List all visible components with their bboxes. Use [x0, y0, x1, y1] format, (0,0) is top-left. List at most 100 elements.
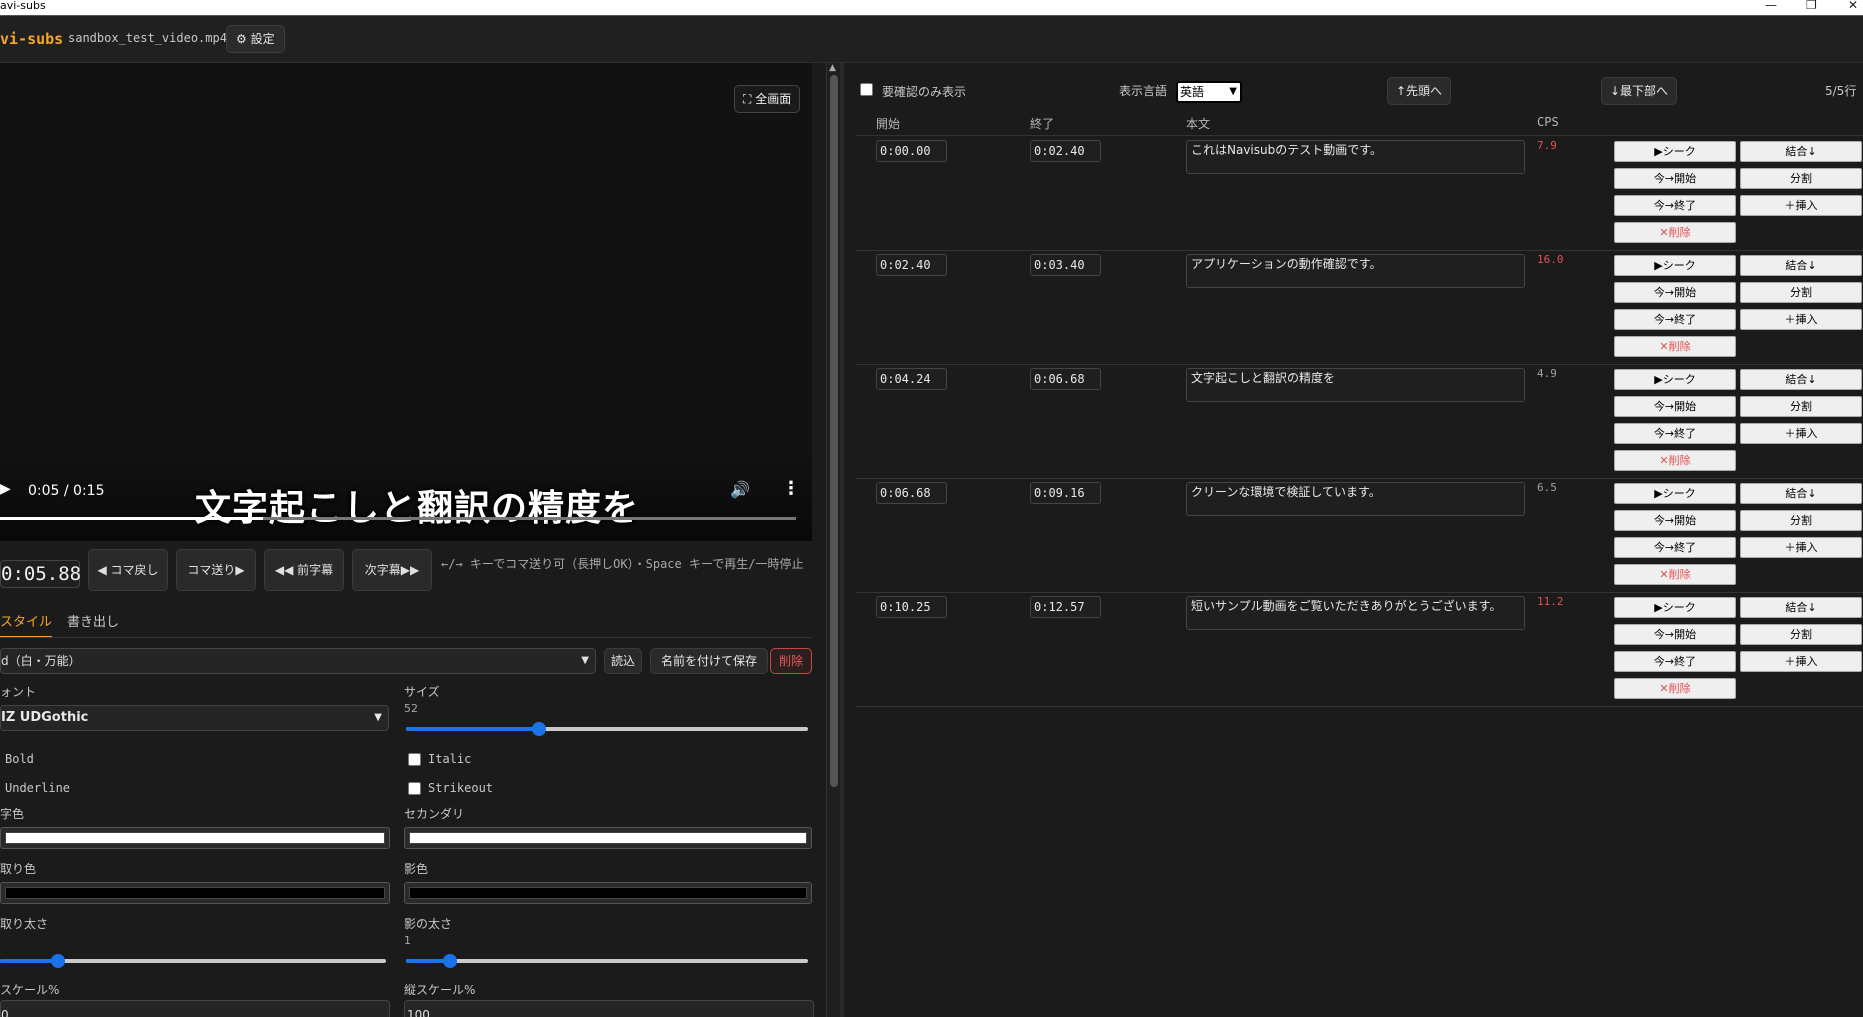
subtitle-text-input[interactable]: これはNavisubのテスト動画です。 — [1186, 140, 1525, 174]
subtitle-row: 0:02.40 0:03.40 アプリケーションの動作確認です。 16.0 ▶シーク 結合… — [856, 250, 1863, 365]
play-icon[interactable]: ▶ — [0, 481, 11, 497]
delete-row-button[interactable]: ✕削除 — [1614, 450, 1736, 471]
end-time-input[interactable]: 0:09.16 — [1030, 482, 1101, 504]
primary-color-picker[interactable] — [0, 827, 390, 849]
set-end-now-button[interactable]: 今→終了 — [1614, 195, 1736, 216]
start-time-input[interactable]: 0:00.00 — [876, 140, 947, 162]
split-button[interactable]: 分割 — [1740, 510, 1862, 531]
delete-preset-button[interactable]: 削除 — [770, 648, 812, 674]
shadow-width-slider[interactable] — [406, 954, 808, 968]
start-time-input[interactable]: 0:10.25 — [876, 596, 947, 618]
settings-button[interactable]: ⚙ 設定 — [226, 25, 285, 53]
more-options-icon[interactable]: ⋮ — [782, 478, 800, 499]
fullscreen-button[interactable]: ⛶ 全画面 — [734, 85, 801, 113]
delete-row-button[interactable]: ✕削除 — [1614, 564, 1736, 585]
set-start-now-button[interactable]: 今→開始 — [1614, 168, 1736, 189]
outline-color-picker[interactable] — [0, 882, 390, 904]
split-button[interactable]: 分割 — [1740, 624, 1862, 645]
next-frame-button[interactable]: コマ送り▶ — [176, 549, 256, 591]
italic-checkbox[interactable] — [408, 753, 421, 766]
next-frame-label: コマ送り▶ — [187, 563, 245, 577]
display-lang-select[interactable]: 英語 ▼ — [1176, 81, 1242, 103]
review-only-checkbox[interactable] — [860, 83, 873, 96]
scroll-to-top-button[interactable]: ↑先頭へ — [1387, 77, 1451, 105]
split-button[interactable]: 分割 — [1740, 282, 1862, 303]
secondary-color-picker[interactable] — [404, 827, 812, 849]
start-time-input[interactable]: 0:02.40 — [876, 254, 947, 276]
outline-width-slider[interactable] — [0, 954, 386, 968]
insert-button[interactable]: ＋挿入 — [1740, 537, 1862, 558]
scale-y-input[interactable]: 100 — [404, 1000, 814, 1017]
merge-down-button[interactable]: 結合↓ — [1740, 369, 1862, 390]
seek-button[interactable]: ▶シーク — [1614, 369, 1736, 390]
strikeout-checkbox[interactable] — [408, 782, 421, 795]
font-select[interactable]: IZ UDGothic ▼ — [0, 705, 389, 731]
shadow-color-picker[interactable] — [404, 882, 812, 904]
tab-style[interactable]: スタイル — [0, 611, 53, 638]
set-end-now-button[interactable]: 今→終了 — [1614, 309, 1736, 330]
split-button[interactable]: 分割 — [1740, 168, 1862, 189]
delete-row-button[interactable]: ✕削除 — [1614, 336, 1736, 357]
scale-y-label: 縦スケール% — [404, 983, 476, 997]
next-subtitle-button[interactable]: 次字幕▶▶ — [352, 549, 432, 591]
seek-button[interactable]: ▶シーク — [1614, 141, 1736, 162]
volume-icon[interactable]: 🔊 — [730, 480, 750, 499]
end-time-input[interactable]: 0:06.68 — [1030, 368, 1101, 390]
subtitle-text-input[interactable]: アプリケーションの動作確認です。 — [1186, 254, 1525, 288]
save-preset-as-button[interactable]: 名前を付けて保存 — [650, 648, 768, 674]
set-start-now-button[interactable]: 今→開始 — [1614, 624, 1736, 645]
subtitle-text-input[interactable]: 文字起こしと翻訳の精度を — [1186, 368, 1525, 402]
merge-down-button[interactable]: 結合↓ — [1740, 255, 1862, 276]
scale-x-input[interactable]: 0 — [0, 1000, 390, 1017]
maximize-icon[interactable]: ❐ — [1806, 0, 1817, 12]
keyboard-hint: ←/→ キーでコマ送り可（長押しOK）・Space キーで再生/一時停止 — [441, 557, 804, 571]
subtitle-text-input[interactable]: クリーンな環境で検証しています。 — [1186, 482, 1525, 516]
split-button[interactable]: 分割 — [1740, 396, 1862, 417]
size-value: 52 — [404, 702, 418, 715]
minimize-icon[interactable]: — — [1765, 0, 1777, 12]
video-progress-bar[interactable] — [0, 517, 796, 520]
subtitle-text-input[interactable]: 短いサンプル動画をご覧いただきありがとうございます。 — [1186, 596, 1525, 630]
shadow-slider-knob[interactable] — [443, 954, 458, 968]
merge-down-button[interactable]: 結合↓ — [1740, 141, 1862, 162]
size-slider-knob[interactable] — [531, 722, 546, 736]
insert-button[interactable]: ＋挿入 — [1740, 651, 1862, 672]
left-scrollbar[interactable]: ▲ — [826, 63, 841, 1017]
size-slider[interactable] — [406, 722, 808, 736]
secondary-color-swatch — [409, 832, 807, 844]
end-time-input[interactable]: 0:03.40 — [1030, 254, 1101, 276]
seek-button[interactable]: ▶シーク — [1614, 597, 1736, 618]
set-end-now-button[interactable]: 今→終了 — [1614, 537, 1736, 558]
set-end-now-button[interactable]: 今→終了 — [1614, 423, 1736, 444]
scroll-up-icon[interactable]: ▲ — [829, 63, 836, 73]
insert-button[interactable]: ＋挿入 — [1740, 423, 1862, 444]
seek-button[interactable]: ▶シーク — [1614, 255, 1736, 276]
end-time-input[interactable]: 0:12.57 — [1030, 596, 1101, 618]
start-time-input[interactable]: 0:06.68 — [876, 482, 947, 504]
tab-export[interactable]: 書き出し — [67, 611, 119, 636]
delete-row-button[interactable]: ✕削除 — [1614, 678, 1736, 699]
video-player[interactable]: ⛶ 全画面 ▶ 0:05 / 0:15 文字起こしと翻訳の精度を 🔊 ⋮ — [0, 63, 812, 541]
set-start-now-button[interactable]: 今→開始 — [1614, 396, 1736, 417]
prev-frame-button[interactable]: ◀ コマ戻し — [88, 549, 168, 591]
bold-label: Bold — [5, 752, 34, 766]
start-time-input[interactable]: 0:04.24 — [876, 368, 947, 390]
set-start-now-button[interactable]: 今→開始 — [1614, 510, 1736, 531]
set-end-now-button[interactable]: 今→終了 — [1614, 651, 1736, 672]
merge-down-button[interactable]: 結合↓ — [1740, 597, 1862, 618]
load-preset-button[interactable]: 読込 — [604, 648, 642, 674]
delete-row-button[interactable]: ✕削除 — [1614, 222, 1736, 243]
merge-down-button[interactable]: 結合↓ — [1740, 483, 1862, 504]
set-start-now-button[interactable]: 今→開始 — [1614, 282, 1736, 303]
prev-subtitle-button[interactable]: ◀◀ 前字幕 — [264, 549, 344, 591]
seek-button[interactable]: ▶シーク — [1614, 483, 1736, 504]
close-icon[interactable]: ✕ — [1848, 0, 1858, 12]
insert-button[interactable]: ＋挿入 — [1740, 195, 1862, 216]
outline-slider-knob[interactable] — [50, 954, 65, 968]
end-time-input[interactable]: 0:02.40 — [1030, 140, 1101, 162]
insert-button[interactable]: ＋挿入 — [1740, 309, 1862, 330]
scrollbar-thumb[interactable] — [830, 75, 838, 787]
preset-select[interactable]: d（白・万能） ▼ — [0, 648, 596, 674]
scroll-to-bottom-button[interactable]: ↓最下部へ — [1601, 77, 1677, 105]
cps-value: 6.5 — [1537, 481, 1557, 494]
